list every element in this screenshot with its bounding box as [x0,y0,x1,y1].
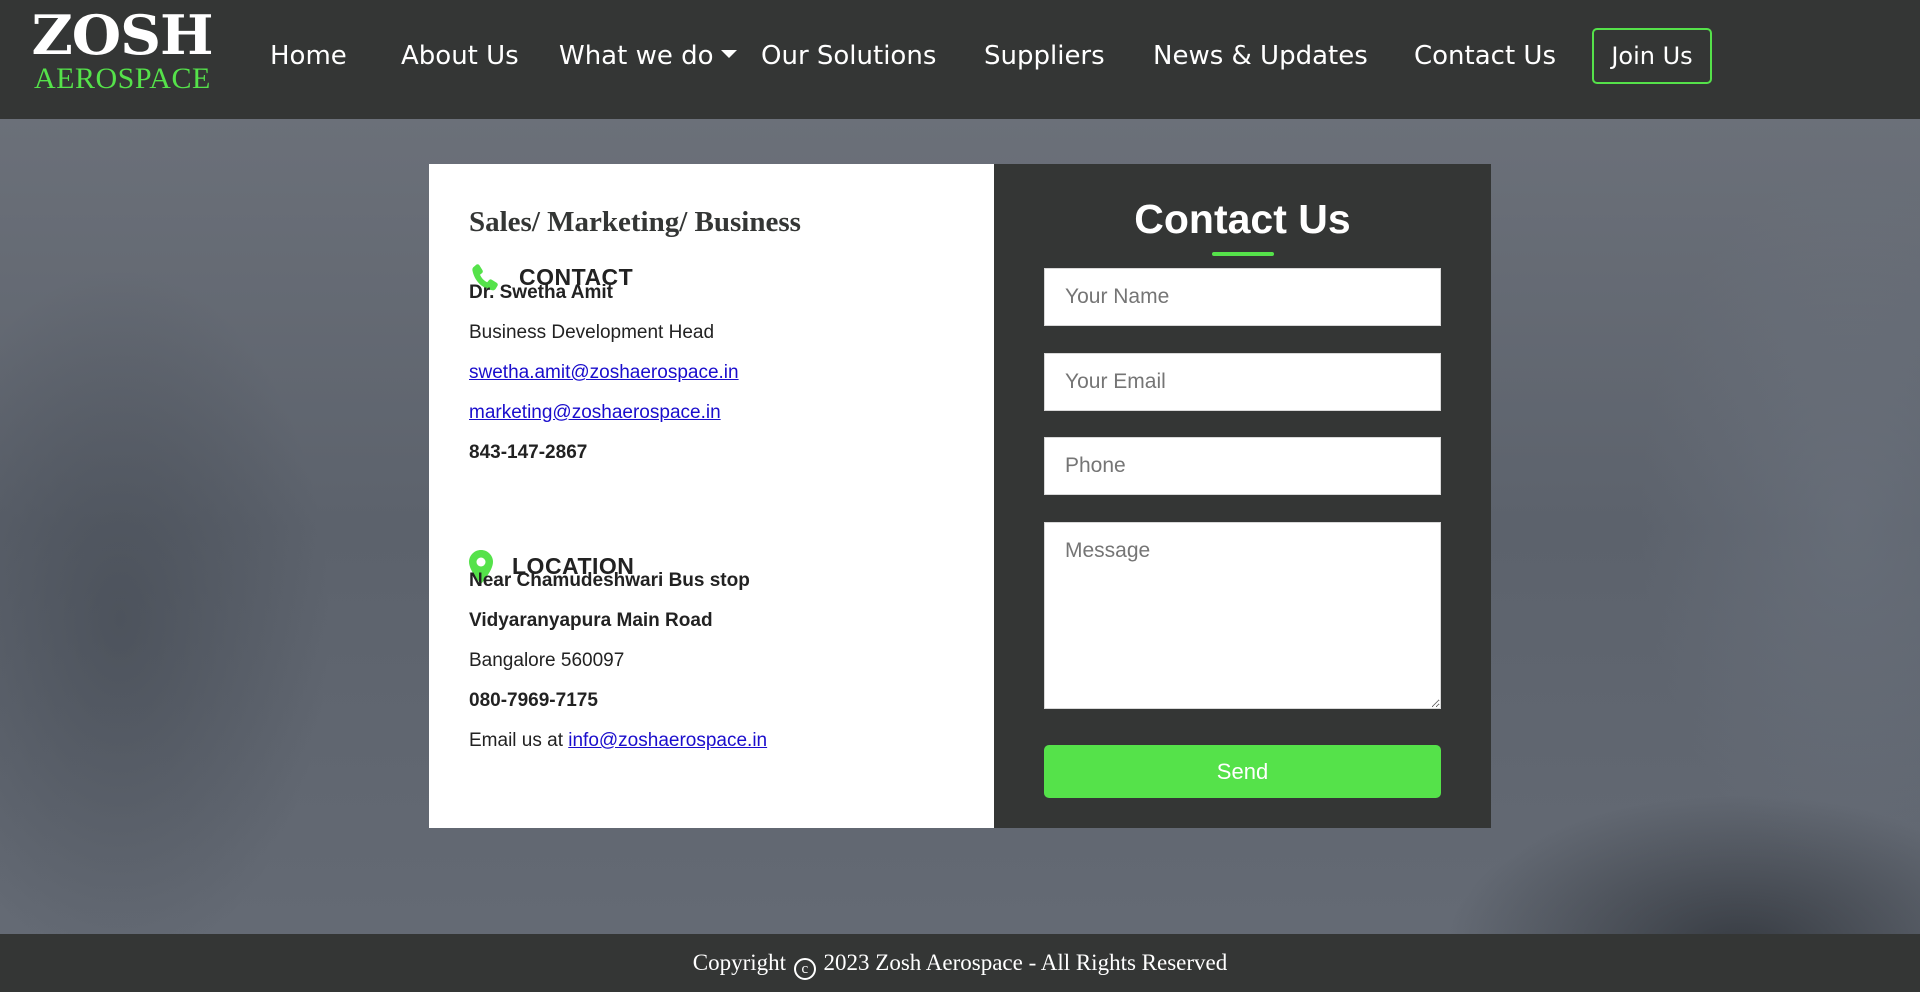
contact-info-card: Sales/ Marketing/ Business CONTACT Dr. S… [429,164,994,828]
address-line-2: Vidyaranyapura Main Road [469,610,713,631]
contact-email-link-1[interactable]: swetha.amit@zoshaerospace.in [469,362,739,383]
name-input[interactable] [1044,268,1441,326]
copyright-text: 2023 Zosh Aerospace - All Rights Reserve… [823,950,1228,975]
email-input[interactable] [1044,353,1441,411]
email-prefix-text: Email us at [469,730,563,751]
contact-person-name: Dr. Swetha Amit [469,282,613,303]
nav-contact-us[interactable]: Contact Us [1414,38,1556,74]
copyright-icon: c [793,958,816,980]
address-line-1: Near Chamudeshwari Bus stop [469,570,750,591]
nav-suppliers[interactable]: Suppliers [984,38,1105,74]
phone-input[interactable] [1044,437,1441,495]
message-textarea[interactable] [1044,522,1441,709]
site-logo[interactable]: ZOSH AEROSPACE [31,6,213,95]
office-phone: 080-7969-7175 [469,690,598,711]
general-email-link[interactable]: info@zoshaerospace.in [568,730,767,751]
send-button[interactable]: Send [1044,745,1441,798]
nav-home[interactable]: Home [270,38,347,74]
address-line-3: Bangalore 560097 [469,650,625,671]
general-email-line: Email us at info@zoshaerospace.in [469,729,767,753]
contact-email-link-2[interactable]: marketing@zoshaerospace.in [469,402,721,423]
nav-news-updates[interactable]: News & Updates [1153,38,1368,74]
title-underline-divider [1212,252,1274,256]
copyright-word: Copyright [692,950,787,975]
contact-form-card: Contact Us Send [994,164,1491,828]
contact-form-title: Contact Us [1134,196,1351,242]
contact-person-role: Business Development Head [469,322,715,343]
join-us-button[interactable]: Join Us [1592,28,1712,84]
logo-wordmark-top: ZOSH [31,3,213,67]
chevron-down-icon [720,49,737,58]
nav-our-solutions[interactable]: Our Solutions [761,38,936,74]
logo-wordmark-bottom: AEROSPACE [34,62,211,95]
top-navbar: ZOSH AEROSPACE Home About Us What we do … [0,0,1920,119]
nav-what-we-do[interactable]: What we do [559,38,737,74]
footer-copyright: Copyright c 2023 Zosh Aerospace - All Ri… [692,950,1228,980]
contact-phone: 843-147-2867 [469,442,588,463]
section-heading: Sales/ Marketing/ Business [469,206,801,238]
nav-about-us[interactable]: About Us [401,38,519,74]
nav-what-we-do-label: What we do [559,41,714,71]
site-footer: Copyright c 2023 Zosh Aerospace - All Ri… [0,934,1920,992]
